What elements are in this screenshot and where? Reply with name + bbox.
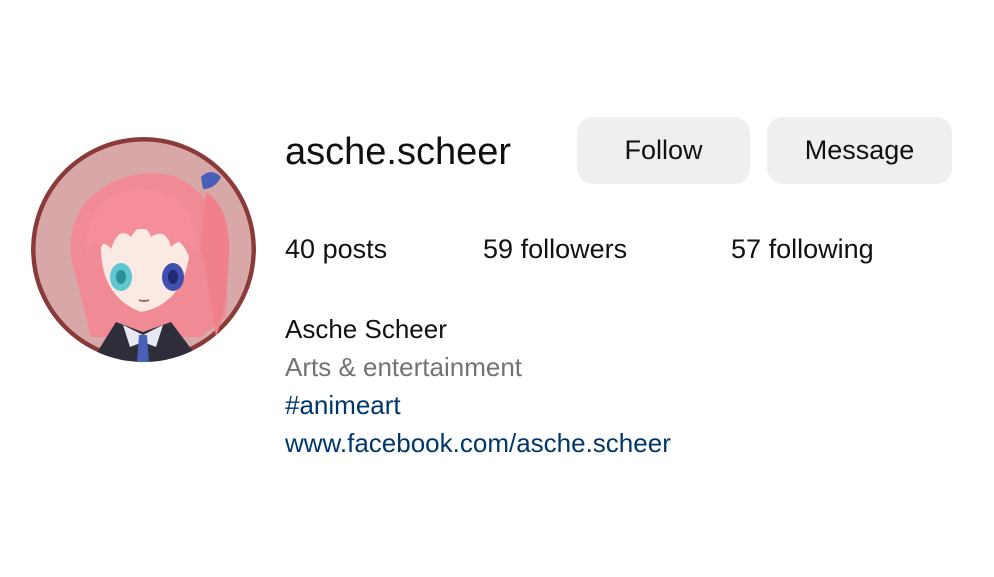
message-button[interactable]: Message — [767, 117, 952, 184]
following-label: following — [768, 234, 874, 264]
bio-name: Asche Scheer — [285, 314, 447, 344]
avatar[interactable] — [31, 137, 256, 362]
stat-following[interactable]: 57 following — [731, 231, 874, 267]
follow-button[interactable]: Follow — [577, 117, 750, 184]
stat-followers[interactable]: 59 followers — [483, 231, 627, 267]
followers-count: 59 — [483, 234, 514, 264]
bio-hashtag-link[interactable]: #animeart — [285, 388, 401, 422]
stat-posts: 40 posts — [285, 231, 387, 267]
profile-username: asche.scheer — [285, 131, 512, 173]
posts-count: 40 — [285, 234, 316, 264]
posts-label: posts — [322, 234, 388, 264]
bio-category: Arts & entertainment — [285, 352, 522, 382]
following-count: 57 — [731, 234, 762, 264]
bio-website-link[interactable]: www.facebook.com/asche.scheer — [285, 426, 671, 460]
followers-label: followers — [520, 234, 628, 264]
avatar-image — [31, 137, 256, 362]
